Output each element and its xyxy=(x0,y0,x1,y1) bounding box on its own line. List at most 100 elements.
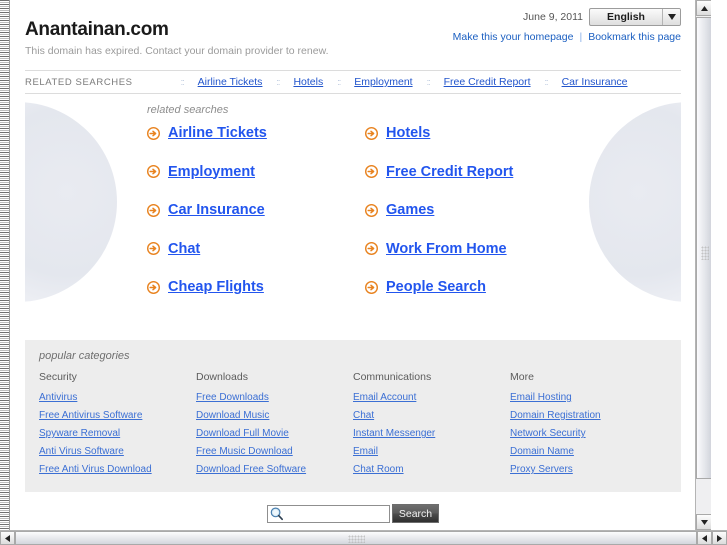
category-link[interactable]: Domain Registration xyxy=(510,410,667,421)
category-link[interactable]: Download Free Software xyxy=(196,464,353,475)
scroll-left-button-secondary[interactable] xyxy=(697,531,712,545)
category-link[interactable]: Spyware Removal xyxy=(39,428,196,439)
related-bar-separator: :: xyxy=(337,77,341,87)
chevron-down-icon[interactable] xyxy=(662,9,680,25)
popular-categories-heading: popular categories xyxy=(39,350,130,362)
related-search-item-free-credit-report[interactable]: Free Credit Report xyxy=(364,164,681,180)
category-link[interactable]: Email xyxy=(353,446,510,457)
search-button[interactable]: Search xyxy=(392,504,439,523)
category-link[interactable]: Network Security xyxy=(510,428,667,439)
language-select-value: English xyxy=(607,11,645,23)
related-search-link[interactable]: Hotels xyxy=(386,126,430,141)
category-link[interactable]: Free Music Download xyxy=(196,446,353,457)
vertical-scrollbar-thumb[interactable] xyxy=(696,17,711,479)
related-search-link[interactable]: Cheap Flights xyxy=(168,280,264,295)
category-link[interactable]: Domain Name xyxy=(510,446,667,457)
related-search-link[interactable]: People Search xyxy=(386,280,486,295)
arrow-circle-right-icon xyxy=(146,203,161,217)
category-link[interactable]: Instant Messenger xyxy=(353,428,510,439)
search-input[interactable] xyxy=(285,506,385,521)
related-search-link[interactable]: Employment xyxy=(168,164,255,180)
scroll-down-button[interactable] xyxy=(696,514,711,530)
related-searches-bar: RELATED SEARCHES :: Airline Tickets :: H… xyxy=(25,70,681,94)
related-bar-separator: :: xyxy=(544,77,549,87)
category-column-security: Security Antivirus Free Antivirus Softwa… xyxy=(39,371,196,482)
related-search-link[interactable]: Work From Home xyxy=(386,241,507,257)
related-bar-separator: :: xyxy=(180,77,185,87)
page-header: Anantainan.com This domain has expired. … xyxy=(11,0,695,64)
related-bar-link-car-insurance[interactable]: Car Insurance xyxy=(562,76,628,88)
scroll-up-button[interactable] xyxy=(696,0,711,16)
category-heading: Downloads xyxy=(196,371,248,383)
page-viewport: Anantainan.com This domain has expired. … xyxy=(11,0,711,530)
make-homepage-link[interactable]: Make this your homepage xyxy=(453,31,574,43)
category-link[interactable]: Email Account xyxy=(353,392,510,403)
category-link-list: Email Hosting Domain Registration Networ… xyxy=(510,392,667,475)
category-heading: More xyxy=(510,371,534,383)
arrow-circle-right-icon xyxy=(364,242,379,256)
category-link[interactable]: Download Music xyxy=(196,410,353,421)
expiry-notice: This domain has expired. Contact your do… xyxy=(25,44,329,57)
vertical-scrollbar-track[interactable] xyxy=(696,479,711,513)
language-select[interactable]: English xyxy=(589,8,681,26)
related-search-item-hotels[interactable]: Hotels xyxy=(364,126,681,141)
related-search-item-games[interactable]: Games xyxy=(364,203,681,218)
related-search-link[interactable]: Free Credit Report xyxy=(386,164,513,180)
related-bar-link-employment[interactable]: Employment xyxy=(354,76,412,88)
bookmark-page-link[interactable]: Bookmark this page xyxy=(588,31,681,43)
search-bar: Search xyxy=(11,504,695,523)
related-search-item-chat[interactable]: Chat xyxy=(146,241,365,257)
related-searches-bar-label: RELATED SEARCHES xyxy=(25,76,133,88)
related-bar-link-free-credit-report[interactable]: Free Credit Report xyxy=(444,76,531,88)
category-link[interactable]: Free Antivirus Software xyxy=(39,410,196,421)
category-link[interactable]: Chat xyxy=(353,410,510,421)
horizontal-scrollbar-thumb[interactable] xyxy=(15,531,697,545)
category-column-communications: Communications Email Account Chat Instan… xyxy=(353,371,510,482)
arrow-circle-right-icon xyxy=(146,242,161,256)
scroll-right-button[interactable] xyxy=(712,531,727,545)
horizontal-scrollbar[interactable] xyxy=(0,530,727,545)
category-link[interactable]: Free Downloads xyxy=(196,392,353,403)
page-content: Anantainan.com This domain has expired. … xyxy=(11,0,695,530)
decorative-left-circle xyxy=(25,102,117,302)
scroll-left-button[interactable] xyxy=(0,531,15,545)
scrollbar-grip-icon xyxy=(701,246,709,260)
related-bar-link-hotels[interactable]: Hotels xyxy=(293,76,323,88)
arrow-circle-right-icon xyxy=(146,165,161,179)
related-bar-separator: :: xyxy=(276,77,280,87)
category-link[interactable]: Antivirus xyxy=(39,392,196,403)
header-links: Make this your homepage | Bookmark this … xyxy=(453,31,681,43)
related-search-link[interactable]: Airline Tickets xyxy=(168,126,267,141)
category-link[interactable]: Chat Room xyxy=(353,464,510,475)
arrow-circle-right-icon xyxy=(146,280,161,294)
related-searches-section: related searches Airline Tickets Hotels … xyxy=(25,94,681,330)
related-search-link[interactable]: Games xyxy=(386,203,434,218)
related-search-item-people-search[interactable]: People Search xyxy=(364,280,681,295)
category-heading: Communications xyxy=(353,371,432,383)
category-link[interactable]: Free Anti Virus Download xyxy=(39,464,196,475)
related-search-item-employment[interactable]: Employment xyxy=(146,164,365,180)
arrow-circle-right-icon xyxy=(364,203,379,217)
related-bar-separator: :: xyxy=(426,77,431,87)
arrow-circle-right-icon xyxy=(146,126,161,140)
related-search-item-car-insurance[interactable]: Car Insurance xyxy=(146,203,365,218)
search-field[interactable] xyxy=(267,504,390,523)
popular-categories-panel: popular categories Security Antivirus Fr… xyxy=(25,340,681,492)
category-heading: Security xyxy=(39,371,77,383)
related-search-item-cheap-flights[interactable]: Cheap Flights xyxy=(146,280,365,295)
window-left-gripper-strip xyxy=(0,0,10,530)
popular-categories-columns: Security Antivirus Free Antivirus Softwa… xyxy=(39,371,667,482)
related-searches-grid: Airline Tickets Hotels Employment Free C… xyxy=(146,126,681,295)
related-search-link[interactable]: Car Insurance xyxy=(168,203,265,218)
related-search-item-airline-tickets[interactable]: Airline Tickets xyxy=(146,126,365,141)
category-link[interactable]: Email Hosting xyxy=(510,392,667,403)
browser-window: Anantainan.com This domain has expired. … xyxy=(0,0,727,545)
category-link[interactable]: Proxy Servers xyxy=(510,464,667,475)
category-link[interactable]: Anti Virus Software xyxy=(39,446,196,457)
related-search-item-work-from-home[interactable]: Work From Home xyxy=(364,241,681,257)
scrollbar-grip-icon xyxy=(348,535,365,543)
related-bar-link-airline-tickets[interactable]: Airline Tickets xyxy=(198,76,263,88)
related-search-link[interactable]: Chat xyxy=(168,241,200,257)
category-link[interactable]: Download Full Movie xyxy=(196,428,353,439)
vertical-scrollbar[interactable] xyxy=(695,0,711,530)
